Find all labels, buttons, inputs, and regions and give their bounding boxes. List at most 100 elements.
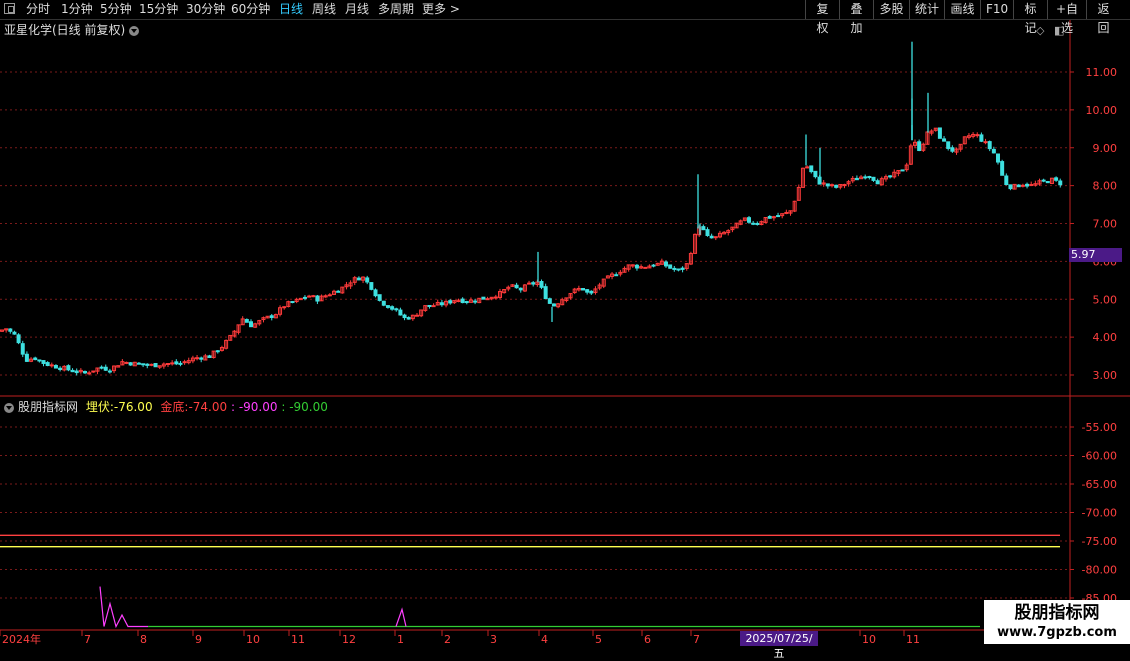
candle-down	[244, 319, 249, 323]
indicator-line3-value: : -90.00	[230, 400, 278, 414]
period-toolbar: 分时 1分钟 5分钟 15分钟 30分钟 60分钟 日线 周线 月线 多周期 更…	[0, 0, 1130, 35]
period-tab-60min[interactable]: 60分钟	[231, 2, 270, 17]
period-tab-multi[interactable]: 多周期	[378, 2, 414, 17]
period-tab-1min[interactable]: 1分钟	[61, 2, 93, 17]
stats-button[interactable]: 统计	[909, 0, 944, 19]
candle-down	[373, 289, 378, 297]
candle-up	[805, 166, 810, 169]
candle-down	[381, 300, 386, 306]
period-tab-monthly[interactable]: 月线	[345, 2, 369, 17]
chevron-down-icon[interactable]	[129, 25, 140, 36]
candle-down	[402, 314, 407, 319]
candle-down	[937, 127, 942, 139]
candle-down	[473, 300, 478, 303]
period-tab-15min[interactable]: 15分钟	[139, 2, 178, 17]
diamond-icon[interactable]: ◇	[1036, 24, 1044, 37]
candle-down	[12, 331, 17, 335]
candle-down	[398, 309, 403, 316]
candle-down	[1025, 183, 1030, 187]
time-tick-label: 9	[195, 633, 202, 646]
candle-down	[942, 138, 947, 142]
candle-up	[149, 363, 154, 366]
candle-down	[950, 147, 955, 152]
candle-down	[755, 223, 760, 226]
candle-down	[1058, 180, 1063, 186]
candle-down	[514, 284, 519, 289]
period-tab-5min[interactable]: 5分钟	[100, 2, 132, 17]
period-tab-more[interactable]: 更多 >	[422, 2, 460, 17]
candle-down	[614, 274, 619, 277]
add-favorite-button[interactable]: +自选	[1047, 0, 1086, 35]
price-tick-label: 10.00	[1086, 104, 1118, 117]
candle-down	[1016, 184, 1021, 188]
candle-down	[394, 308, 399, 311]
candle-down	[680, 267, 685, 270]
candle-down	[377, 294, 382, 301]
candle-down	[585, 289, 590, 293]
candle-down	[153, 363, 158, 368]
candle-down	[45, 362, 50, 366]
indicator-tick-label: -80.00	[1082, 564, 1117, 577]
indicator-name[interactable]: 股朋指标网	[18, 400, 78, 414]
candle-down	[854, 177, 859, 181]
period-tab-weekly[interactable]: 周线	[312, 2, 336, 17]
time-tick-label: 11	[906, 633, 920, 646]
candle-down	[8, 328, 13, 332]
candle-up	[493, 296, 498, 299]
candle-down	[83, 370, 87, 374]
chevron-down-icon[interactable]	[4, 402, 14, 413]
candle-down	[53, 365, 58, 369]
mark-button[interactable]: 标记	[1013, 0, 1047, 35]
period-tab-daily[interactable]: 日线	[279, 2, 303, 17]
candle-down	[543, 286, 548, 300]
indicator-line4-value: : -90.00	[281, 400, 328, 414]
candle-up	[124, 361, 129, 364]
candle-up	[49, 364, 54, 367]
window-toggle-icon[interactable]	[4, 3, 15, 14]
indicator-line2-label: 金底:	[160, 400, 189, 414]
indicator-line2-value: -74.00	[188, 400, 228, 414]
candle-down	[991, 148, 996, 154]
period-tab-timeshare[interactable]: 分时	[26, 2, 50, 17]
candle-down	[439, 302, 444, 306]
candle-down	[900, 169, 905, 172]
candle-down	[946, 141, 951, 149]
f10-button[interactable]: F10	[980, 0, 1013, 19]
candle-down	[589, 290, 594, 294]
candle-down	[539, 281, 544, 288]
multi-stock-button[interactable]: 多股	[873, 0, 909, 19]
candle-down	[676, 268, 681, 271]
candle-down	[427, 304, 432, 307]
period-tab-30min[interactable]: 30分钟	[186, 2, 225, 17]
candle-down	[207, 355, 212, 358]
price-tick-label: 8.00	[1093, 180, 1118, 193]
candle-down	[813, 170, 818, 178]
candle-up	[307, 295, 312, 298]
indicator-tick-label: -75.00	[1082, 535, 1117, 548]
kline-chart[interactable]: 11.0010.009.008.007.006.005.004.003.00-5…	[0, 0, 1130, 650]
candle-up	[182, 361, 187, 364]
candle-down	[996, 153, 1000, 163]
candle-up	[91, 370, 96, 373]
indicator-tick-label: -55.00	[1082, 421, 1117, 434]
back-button[interactable]: 返回	[1086, 0, 1120, 35]
time-tick-label: 8	[140, 633, 147, 646]
candle-down	[701, 226, 706, 231]
candle-down	[128, 362, 133, 366]
indicator-line-magenta	[99, 586, 148, 629]
stock-title[interactable]: 亚星化学(日线 前复权)	[4, 21, 140, 38]
candle-down	[551, 303, 556, 307]
overlay-button[interactable]: 叠加	[839, 0, 873, 35]
candle-down	[1045, 181, 1050, 184]
candle-down	[58, 367, 63, 371]
candle-up	[166, 363, 170, 366]
adjust-button[interactable]: 复权	[805, 0, 839, 35]
candle-down	[99, 366, 104, 369]
candle-up	[195, 357, 200, 360]
draw-line-button[interactable]: 画线	[944, 0, 980, 19]
time-tick-label: 12	[342, 633, 356, 646]
window-icon[interactable]: ◧	[1054, 24, 1064, 37]
indicator-tick-label: -70.00	[1082, 507, 1117, 520]
time-tick-label: 6	[644, 633, 651, 646]
candle-down	[888, 175, 893, 178]
